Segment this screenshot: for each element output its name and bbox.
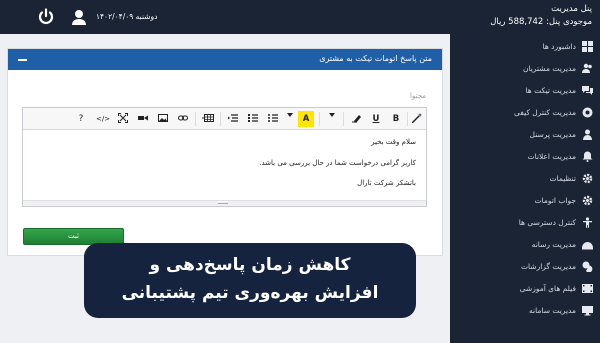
access-icon <box>582 217 593 228</box>
resize-handle[interactable] <box>23 200 426 206</box>
editor-line[interactable]: سلام وقت بخیر <box>371 138 416 146</box>
brand: پنل مدیریت موجودی پنل: 588,742 ریال <box>490 3 592 29</box>
ordered-list-icon[interactable] <box>245 111 261 127</box>
reports-icon <box>582 261 593 273</box>
sidebar-item-label: جواب اتومات <box>534 196 576 205</box>
sidebar-item-label: مدیریت گزارشات <box>520 262 576 271</box>
app-title: پنل مدیریت <box>551 4 592 14</box>
date-text: دوشنبه ۱۴۰۲/۰۴/۰۹ <box>96 12 158 21</box>
panel-title: متن پاسخ اتومات تیکت به مشتری <box>319 54 432 63</box>
sidebar-item-label: فیلم های آموزشی <box>519 284 576 293</box>
bell-icon <box>582 151 593 162</box>
bold-button[interactable]: B <box>388 111 404 127</box>
promo-line-2: افزایش بهره‌وری تیم پشتیبانی <box>121 283 379 303</box>
gear-icon <box>582 173 593 184</box>
top-bar: پنل مدیریت موجودی پنل: 588,742 ریال دوشن… <box>0 0 600 34</box>
toolbar-divider <box>343 112 344 126</box>
underline-button[interactable]: U <box>368 111 384 127</box>
image-icon[interactable] <box>155 111 171 127</box>
fullscreen-icon[interactable] <box>115 111 131 127</box>
toolbar-divider <box>407 112 408 126</box>
rich-text-editor: ? </> A U B سلام وقت بخیر کاربر گرامی در… <box>22 107 427 207</box>
dashboard-icon <box>582 41 593 52</box>
balance-text: موجودی پنل: 588,742 ریال <box>490 17 592 27</box>
editor-toolbar: ? </> A U B <box>23 108 426 130</box>
toolbar-divider <box>319 112 320 126</box>
promo-line-1: کاهش زمان پاسخ‌دهی و <box>149 255 351 275</box>
sidebar-item-tickets[interactable]: مدیریت تیکت ها <box>450 80 600 102</box>
eraser-icon[interactable] <box>348 111 364 127</box>
sidebar-item-reports[interactable]: مدیریت گزارشات <box>450 256 600 278</box>
font-color-button[interactable]: A <box>298 111 314 127</box>
sidebar-item-system[interactable]: مدیریت سامانه <box>450 300 600 322</box>
staff-icon <box>582 129 593 140</box>
unordered-list-icon[interactable] <box>265 111 281 127</box>
sidebar-item-customers[interactable]: مدیریت مشتریان <box>450 58 600 80</box>
content-label: محتوا <box>410 92 426 100</box>
sidebar-item-label: داشبورد ها <box>542 42 576 51</box>
monitor-icon <box>582 305 593 316</box>
editor-line[interactable]: باتشکر شرکت تارال <box>357 179 416 187</box>
sidebar-item-auto-reply[interactable]: جواب اتومات <box>450 190 600 212</box>
power-icon[interactable] <box>37 8 55 26</box>
collapse-icon[interactable] <box>18 59 27 61</box>
sidebar-item-label: مدیریت سامانه <box>529 306 576 315</box>
sidebar-item-label: کنترل دسترسی ها <box>518 218 576 227</box>
sidebar-item-access[interactable]: کنترل دسترسی ها <box>450 212 600 234</box>
sidebar-item-videos[interactable]: فیلم های آموزشی <box>450 278 600 300</box>
cog-icon <box>582 195 593 206</box>
toolbar-divider <box>195 112 196 126</box>
sidebar-item-label: مدیریت پرسنل <box>529 130 576 139</box>
sidebar-item-quality[interactable]: مدیریت کنترل کیفی <box>450 102 600 124</box>
chat-icon <box>582 85 593 96</box>
toolbar-divider <box>220 112 221 126</box>
quality-icon <box>582 107 593 118</box>
sidebar-item-label: مدیریت مشتریان <box>522 64 576 73</box>
film-icon <box>582 283 593 294</box>
help-button[interactable]: ? <box>73 111 89 127</box>
sidebar-item-label: تنظیمات <box>549 174 576 183</box>
sidebar-item-label: مدیریت تیکت ها <box>525 86 577 95</box>
link-icon[interactable] <box>175 111 191 127</box>
table-icon[interactable] <box>200 111 216 127</box>
sidebar-item-notifications[interactable]: مدیریت اعلانات <box>450 146 600 168</box>
user-icon[interactable] <box>70 8 88 26</box>
users-icon <box>582 63 593 74</box>
sidebar-item-staff[interactable]: مدیریت پرسنل <box>450 124 600 146</box>
panel-header: متن پاسخ اتومات تیکت به مشتری <box>8 49 442 70</box>
sidebar-item-media[interactable]: مدیریت رسانه <box>450 234 600 256</box>
sidebar-item-label: مدیریت رسانه <box>531 240 576 249</box>
sidebar: داشبورد ها مدیریت مشتریان مدیریت تیکت ها… <box>450 34 600 343</box>
auto-reply-panel: متن پاسخ اتومات تیکت به مشتری محتوا ? </… <box>7 48 443 256</box>
code-view-button[interactable]: </> <box>95 111 111 127</box>
editor-line[interactable]: کاربر گرامی درخواست شما در حال بررسی می … <box>259 159 416 167</box>
font-dropdown-icon[interactable] <box>327 111 337 127</box>
indent-icon[interactable] <box>225 111 241 127</box>
sidebar-item-dashboard[interactable]: داشبورد ها <box>450 36 600 58</box>
media-icon <box>582 239 593 250</box>
promo-banner: کاهش زمان پاسخ‌دهی و افزایش بهره‌وری تیم… <box>84 243 416 318</box>
sidebar-item-label: مدیریت اعلانات <box>527 152 576 161</box>
color-dropdown-icon[interactable] <box>285 111 295 127</box>
sidebar-item-settings[interactable]: تنظیمات <box>450 168 600 190</box>
magic-icon[interactable] <box>409 111 425 127</box>
video-icon[interactable] <box>135 111 151 127</box>
sidebar-item-label: مدیریت کنترل کیفی <box>514 108 576 117</box>
